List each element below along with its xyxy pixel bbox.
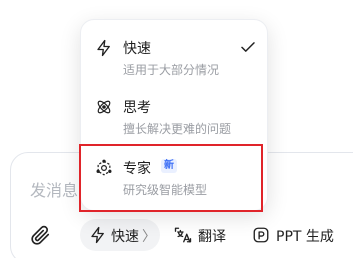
menu-item-title: 快速 — [123, 41, 151, 57]
translate-button[interactable]: 翻译 — [174, 219, 234, 251]
translate-label: 翻译 — [198, 229, 226, 245]
mode-selector-button[interactable]: 快速 〉 — [80, 219, 160, 251]
menu-item-desc: 研究级智能模型 — [123, 183, 208, 197]
mode-dropdown-menu: 快速 适用于大部分情况 思考 擅长解决更难的问题 专家 新 研究级智能模型 — [80, 19, 268, 211]
lightning-icon — [95, 39, 113, 57]
menu-item-expert[interactable]: 专家 新 研究级智能模型 — [81, 152, 269, 212]
mode-selector-label: 快速 — [111, 229, 139, 245]
ppt-generate-button[interactable]: PPT 生成 — [252, 219, 342, 251]
new-badge: 新 — [161, 159, 177, 173]
menu-item-fast[interactable]: 快速 适用于大部分情况 — [81, 32, 269, 92]
menu-item-title: 专家 — [123, 161, 151, 177]
menu-item-think[interactable]: 思考 擅长解决更难的问题 — [81, 91, 269, 151]
menu-item-desc: 适用于大部分情况 — [123, 63, 220, 77]
app-stage: 发消息 快速 〉 翻译 PPT 生成 快速 适用于大部分情况 思考 擅长解决更难… — [0, 0, 353, 258]
lightning-icon — [89, 226, 107, 244]
atom-icon — [95, 98, 113, 116]
ppt-generate-label: PPT 生成 — [276, 229, 334, 245]
translate-icon — [174, 226, 192, 244]
chevron-right-icon: 〉 — [142, 229, 156, 245]
menu-item-title: 思考 — [123, 100, 151, 116]
paperclip-icon[interactable] — [29, 224, 51, 246]
ppt-icon — [252, 226, 270, 244]
expert-icon — [95, 159, 113, 177]
checkmark-icon — [239, 38, 257, 56]
chat-input-placeholder[interactable]: 发消息 — [30, 177, 78, 201]
menu-item-desc: 擅长解决更难的问题 — [123, 122, 232, 136]
